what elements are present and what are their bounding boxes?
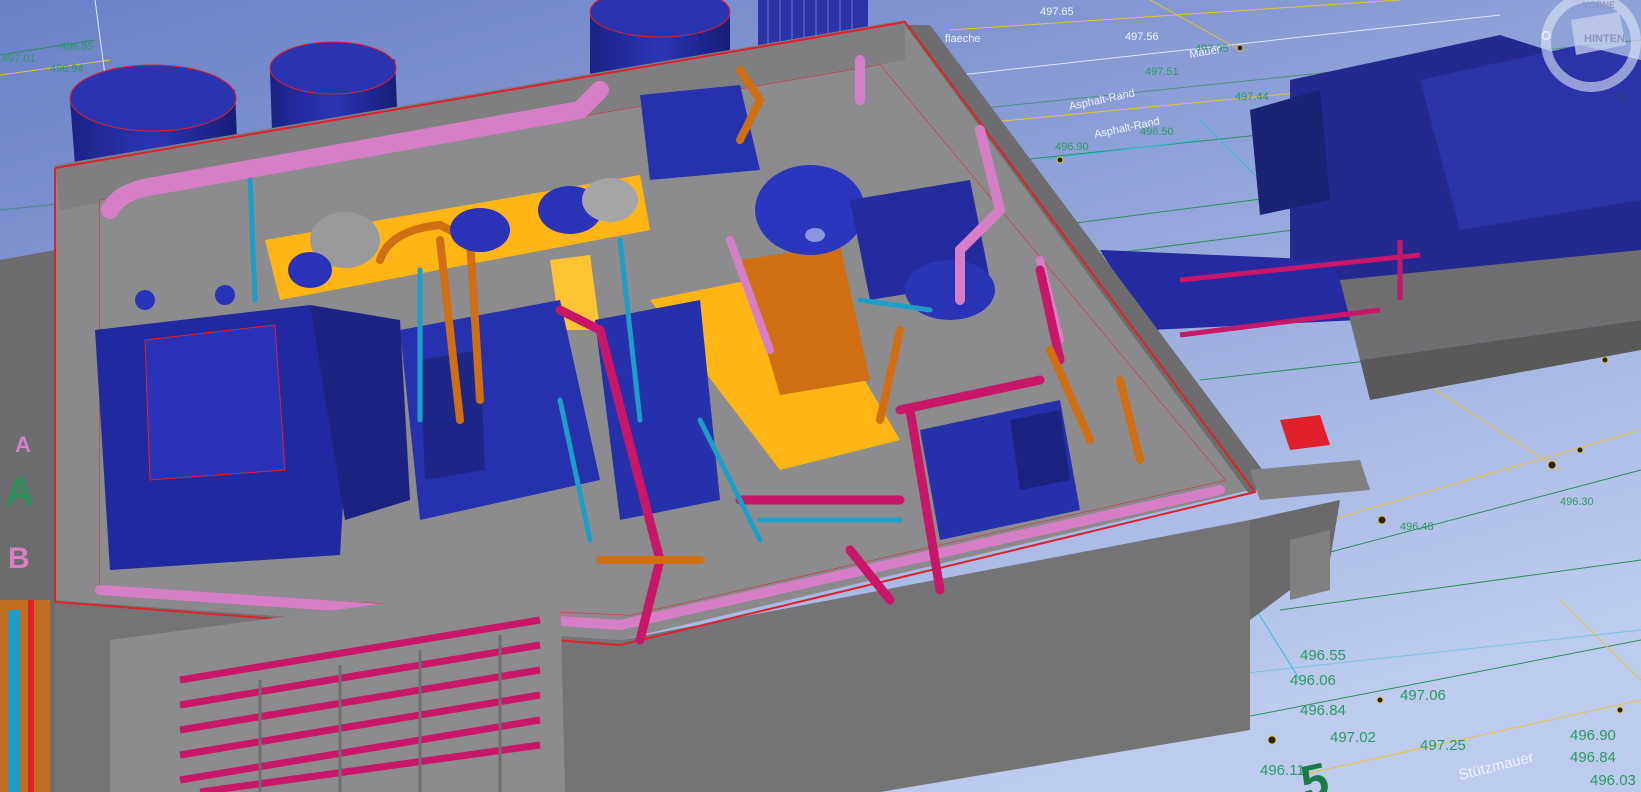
height-label: 497.01	[2, 53, 36, 65]
axis-marker-b: B	[8, 542, 30, 575]
height-label: 496.06	[1290, 672, 1336, 689]
height-label: 496.90	[1055, 141, 1089, 153]
model-scene[interactable]: 497.01 496.94 496.85 497.65 497.56 497.5…	[0, 0, 1641, 792]
height-label: 496.90	[1570, 727, 1616, 744]
height-label: 497.56	[1125, 31, 1159, 43]
height-label: 496.85	[60, 41, 94, 53]
left-structural-frame	[0, 600, 50, 792]
axis-marker-a-small: A	[15, 432, 31, 457]
height-label: 496.48	[1400, 521, 1434, 533]
height-label: 497.25	[1420, 737, 1466, 754]
height-label: 497.65	[1040, 6, 1074, 18]
height-label: 496.84	[1300, 702, 1346, 719]
height-label: 497.51	[1145, 66, 1179, 78]
height-label: 497.06	[1400, 687, 1446, 704]
compass-north-label: N	[1616, 89, 1626, 105]
height-label: 497.44	[1235, 91, 1269, 103]
axis-marker-a: A	[5, 470, 34, 514]
height-label: 496.30	[1560, 496, 1594, 508]
surface-label: flaeche	[945, 33, 980, 45]
height-label: 496.84	[1570, 749, 1616, 766]
cube-face-main-label: HINTEN	[1584, 33, 1625, 45]
height-label: 497.02	[1330, 729, 1376, 746]
compass-east-label: O	[1541, 28, 1551, 43]
height-label: 496.55	[1300, 647, 1346, 664]
height-label: 496.03	[1590, 772, 1636, 789]
navigation-cube[interactable]: VORNE HINTEN N O	[1531, 0, 1641, 110]
3d-model-viewport[interactable]: 497.01 496.94 496.85 497.65 497.56 497.5…	[0, 0, 1641, 792]
cube-face-top-label: VORNE	[1583, 0, 1615, 10]
height-label: 496.94	[50, 63, 84, 75]
